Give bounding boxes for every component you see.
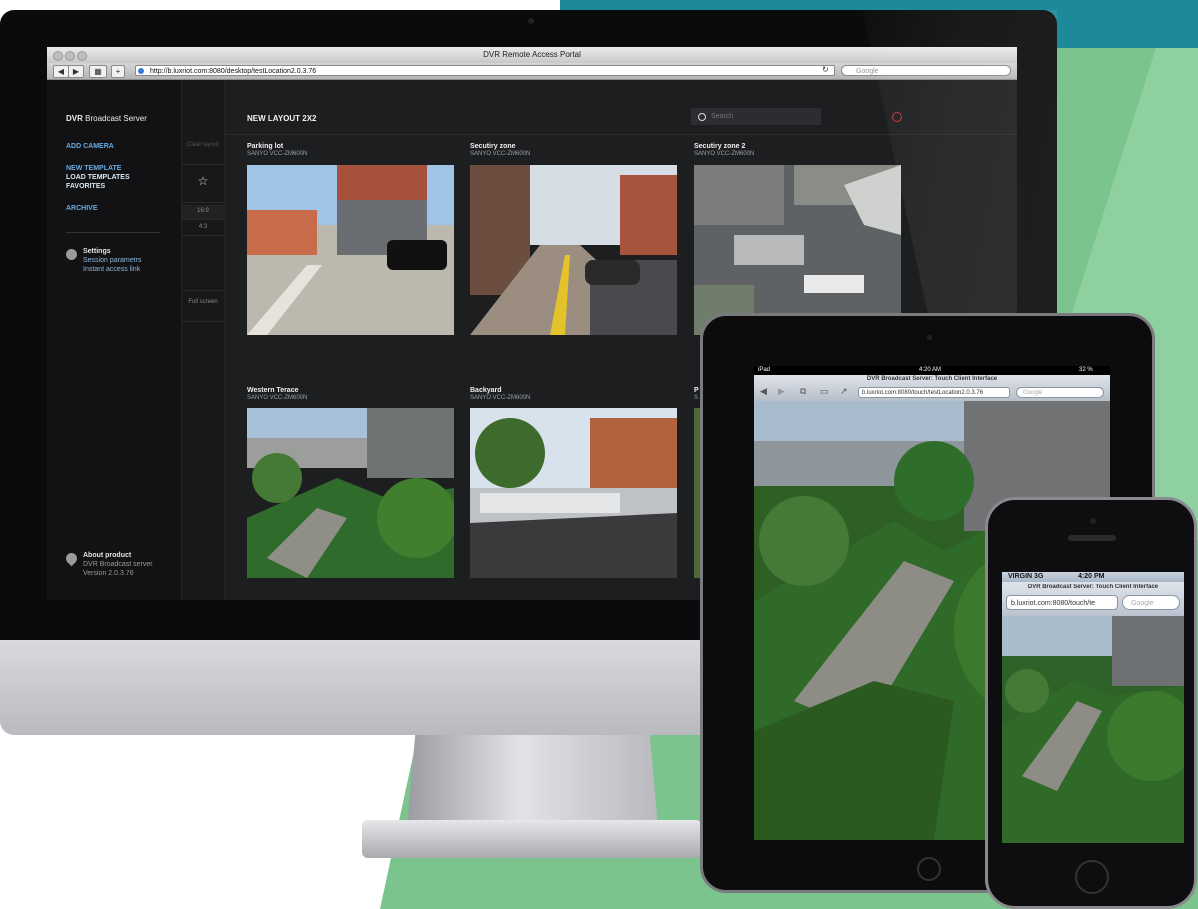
- close-window-button[interactable]: [53, 51, 63, 61]
- iphone-screen: VIRGIN 3G 4:20 PM DVR Broadcast Server: …: [1002, 572, 1184, 843]
- plus-icon: +: [115, 67, 121, 76]
- sidebar-item-favorites[interactable]: FAVORITES: [66, 183, 105, 190]
- camera-feed-image: [470, 165, 677, 335]
- layout-tools-column: Clear layout ☆ 16:9 4:3 Full screen: [181, 80, 225, 600]
- forward-arrow-icon: ▶: [72, 67, 80, 76]
- sidebar-divider: [66, 232, 160, 233]
- camera-feed-image: [247, 408, 454, 578]
- iphone-home-button[interactable]: [1075, 860, 1109, 894]
- topsites-button[interactable]: ▦: [89, 65, 107, 78]
- full-screen-button[interactable]: Full screen: [182, 290, 224, 322]
- iphone-time: 4:20 PM: [1078, 573, 1105, 580]
- sidebar-item-load-templates[interactable]: LOAD TEMPLATES: [66, 174, 130, 181]
- search-icon: [698, 113, 706, 121]
- camera-name: P: [694, 387, 699, 394]
- clear-layout-button[interactable]: Clear layout: [182, 134, 224, 165]
- about-product-name: DVR Broadcast server: [83, 561, 153, 568]
- camera-feed-image: [1002, 616, 1184, 843]
- camera-name: Secutiry zone: [470, 143, 516, 150]
- ratio-16-9-button[interactable]: 16:9: [182, 205, 224, 220]
- ipad-bookmarks-icon[interactable]: ▭: [820, 386, 829, 397]
- ipad-share-icon[interactable]: ↗: [840, 386, 848, 397]
- imac-camera: [528, 18, 534, 24]
- ipad-carrier: iPad: [758, 367, 771, 373]
- iphone-address-bar[interactable]: b.luxriot.com:8080/touch/te: [1006, 595, 1118, 610]
- camera-model: SANYO VCC-ZM600N: [470, 151, 531, 157]
- address-bar[interactable]: http://b.luxriot.com:8080/desktop/testLo…: [135, 65, 835, 76]
- forward-button[interactable]: ▶: [68, 65, 84, 78]
- ipad-home-button[interactable]: [917, 857, 941, 881]
- camera-model: SANYO VCC-ZM600N: [247, 395, 308, 401]
- ipad-time: 4:20 AM: [919, 367, 942, 373]
- ipad-search-field[interactable]: Google: [1016, 387, 1104, 398]
- camera-model: SANYO VCC-ZM600N: [247, 151, 308, 157]
- camera-feed-parking-lot[interactable]: [247, 165, 454, 335]
- reload-icon[interactable]: ↻: [822, 65, 829, 74]
- globe-icon: [138, 68, 144, 74]
- camera-feed-image: [247, 165, 454, 335]
- camera-feed-western-terrace[interactable]: [247, 408, 454, 578]
- settings-title: Settings: [83, 248, 111, 255]
- camera-model: S: [694, 395, 699, 401]
- add-bookmark-button[interactable]: +: [111, 65, 125, 78]
- ipad-forward-icon[interactable]: ▶: [778, 386, 785, 397]
- session-parameters-link[interactable]: Session parametrs: [83, 257, 141, 264]
- imac-foot: [362, 820, 702, 858]
- camera-feed-image: [694, 165, 901, 335]
- camera-name: Backyard: [470, 387, 502, 394]
- layout-title: NEW LAYOUT 2X2: [247, 114, 317, 123]
- window-title: DVR Remote Access Portal: [483, 50, 581, 59]
- camera-name: Western Terace: [247, 387, 299, 394]
- back-button[interactable]: ◀: [53, 65, 69, 78]
- about-version: Version 2.0.3.76: [83, 570, 134, 577]
- star-icon: ☆: [197, 174, 209, 188]
- brand-title: DVR Broadcast Server: [66, 114, 147, 123]
- ipad-tabs-icon[interactable]: ⧉: [800, 386, 806, 397]
- camera-feed-security-zone-2[interactable]: [694, 165, 901, 335]
- minimize-window-button[interactable]: [65, 51, 75, 61]
- grid-icon: ▦: [94, 67, 102, 76]
- ipad-status-bar: iPad 4:20 AM 32 %: [754, 366, 1110, 375]
- instant-access-link[interactable]: Instant access link: [83, 266, 140, 273]
- browser-toolbar: ◀ ▶ ▦ + http://b.luxriot.com:8080/deskto…: [47, 63, 1017, 80]
- ratio-4-3-button[interactable]: 4:3: [182, 221, 224, 236]
- ipad-page-title: DVR Broadcast Server: Touch Client Inter…: [866, 376, 998, 382]
- about-title: About product: [83, 552, 132, 559]
- iphone-camera-feed[interactable]: [1002, 616, 1184, 843]
- camera-feed-security-zone[interactable]: [470, 165, 677, 335]
- sidebar-item-new-template[interactable]: NEW TEMPLATE: [66, 165, 121, 172]
- camera-model: SANYO VCC-ZM600N: [694, 151, 755, 157]
- sidebar-item-add-camera[interactable]: ADD CAMERA: [66, 143, 114, 150]
- iphone-page-title: DVR Broadcast Server: Touch Client Inter…: [1027, 584, 1159, 590]
- sidebar-item-archive[interactable]: ARCHIVE: [66, 205, 98, 212]
- favorite-button[interactable]: ☆: [182, 164, 224, 203]
- ipad-safari-bar: DVR Broadcast Server: Touch Client Inter…: [754, 375, 1110, 401]
- ipad-back-icon[interactable]: ◀: [760, 386, 767, 397]
- iphone-search-field[interactable]: Google: [1122, 595, 1180, 610]
- iphone-carrier: VIRGIN 3G: [1008, 573, 1044, 580]
- gear-icon: [66, 249, 77, 260]
- camera-feed-backyard[interactable]: [470, 408, 677, 578]
- back-arrow-icon: ◀: [57, 67, 65, 76]
- zoom-window-button[interactable]: [77, 51, 87, 61]
- iphone-camera: [1090, 518, 1096, 524]
- iphone-status-bar: VIRGIN 3G 4:20 PM: [1002, 572, 1184, 582]
- iphone-speaker: [1068, 535, 1116, 541]
- ipad-camera: [927, 335, 932, 340]
- iphone-safari-bar: DVR Broadcast Server: Touch Client Inter…: [1002, 582, 1184, 616]
- sidebar: DVR Broadcast Server ADD CAMERA NEW TEMP…: [47, 80, 181, 600]
- ipad-battery: 32 %: [1079, 367, 1093, 373]
- camera-feed-image: [470, 408, 677, 578]
- camera-model: SANYO VCC-ZM600N: [470, 395, 531, 401]
- location-pin-icon: [63, 550, 80, 567]
- camera-name: Parking lot: [247, 143, 284, 150]
- camera-search-input[interactable]: Search: [691, 108, 821, 125]
- ipad-address-bar[interactable]: b.luxriot.com:8080/touch/testLocation2.0…: [858, 387, 1010, 398]
- camera-name: Secutiry zone 2: [694, 143, 746, 150]
